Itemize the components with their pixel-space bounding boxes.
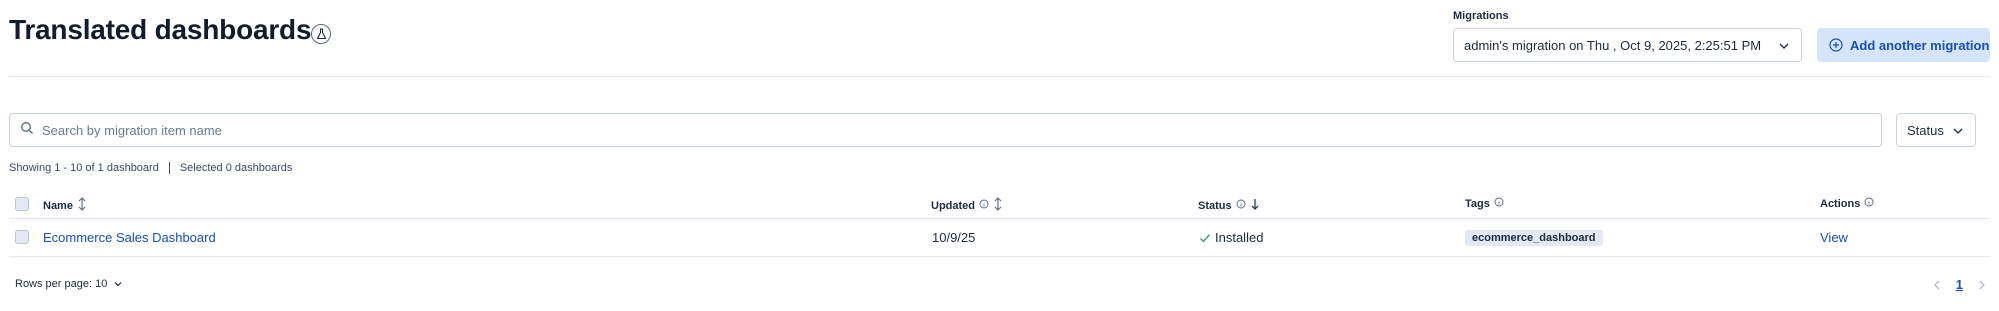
status-filter-label: Status [1907, 122, 1944, 138]
search-icon [20, 121, 34, 140]
column-header-name[interactable]: Name [43, 197, 87, 214]
column-header-actions: Actions [1820, 197, 1874, 210]
status-cell: Installed [1199, 230, 1263, 245]
column-header-tags: Tags [1465, 197, 1504, 210]
view-action-link[interactable]: View [1820, 230, 1848, 245]
info-icon [1494, 197, 1504, 210]
showing-count: Showing 1 - 10 of 1 dashboard [9, 162, 159, 174]
previous-page-icon[interactable] [1932, 279, 1942, 291]
search-input[interactable] [42, 122, 1842, 138]
column-updated-label: Updated [931, 199, 975, 212]
migration-select[interactable]: admin's migration on Thu , Oct 9, 2025, … [1453, 28, 1802, 62]
column-tags-label: Tags [1465, 197, 1490, 210]
pagination: 1 [1932, 277, 1987, 292]
summary-divider [168, 162, 170, 174]
info-icon [979, 199, 989, 212]
info-icon [1864, 197, 1874, 210]
tags-cell: ecommerce_dashboard [1465, 230, 1603, 246]
header-divider [9, 76, 1990, 77]
next-page-icon[interactable] [1977, 279, 1987, 291]
table-header-divider [9, 218, 1990, 219]
table-row-divider [9, 256, 1990, 257]
status-filter-button[interactable]: Status [1896, 113, 1976, 147]
chevron-down-icon [1951, 124, 1965, 141]
column-header-updated[interactable]: Updated [931, 197, 1003, 214]
rows-per-page-label: Rows per page: 10 [15, 278, 108, 290]
plus-circle-icon [1829, 38, 1843, 52]
sort-icon [77, 197, 87, 214]
chevron-down-icon [1777, 39, 1791, 56]
check-icon [1199, 232, 1211, 244]
info-icon [1236, 199, 1246, 212]
page-title: Translated dashboards [9, 14, 312, 45]
status-text: Installed [1215, 230, 1264, 245]
column-status-label: Status [1198, 199, 1232, 212]
sort-descending-icon [1250, 197, 1260, 214]
column-name-label: Name [43, 199, 73, 212]
page-number-1[interactable]: 1 [1956, 277, 1963, 292]
select-all-checkbox[interactable] [15, 197, 29, 211]
chevron-down-icon [113, 279, 123, 289]
sort-icon [993, 197, 1003, 214]
row-checkbox[interactable] [15, 230, 29, 244]
add-migration-label: Add another migration [1850, 37, 1990, 53]
tag-badge: ecommerce_dashboard [1465, 230, 1603, 246]
add-migration-button[interactable]: Add another migration [1817, 28, 1990, 62]
column-actions-label: Actions [1820, 197, 1861, 210]
migrations-label: Migrations [1453, 10, 1509, 22]
dashboard-name-link[interactable]: Ecommerce Sales Dashboard [43, 230, 216, 245]
results-summary: Showing 1 - 10 of 1 dashboard Selected 0… [9, 162, 292, 174]
beta-flask-icon[interactable] [311, 24, 331, 44]
column-header-status[interactable]: Status [1198, 197, 1260, 214]
selected-count: Selected 0 dashboards [179, 162, 293, 174]
rows-per-page-selector[interactable]: Rows per page: 10 [15, 278, 123, 290]
search-bar[interactable] [9, 113, 1882, 147]
migration-select-value: admin's migration on Thu , Oct 9, 2025, … [1464, 37, 1762, 53]
updated-date: 10/9/25 [932, 230, 976, 245]
